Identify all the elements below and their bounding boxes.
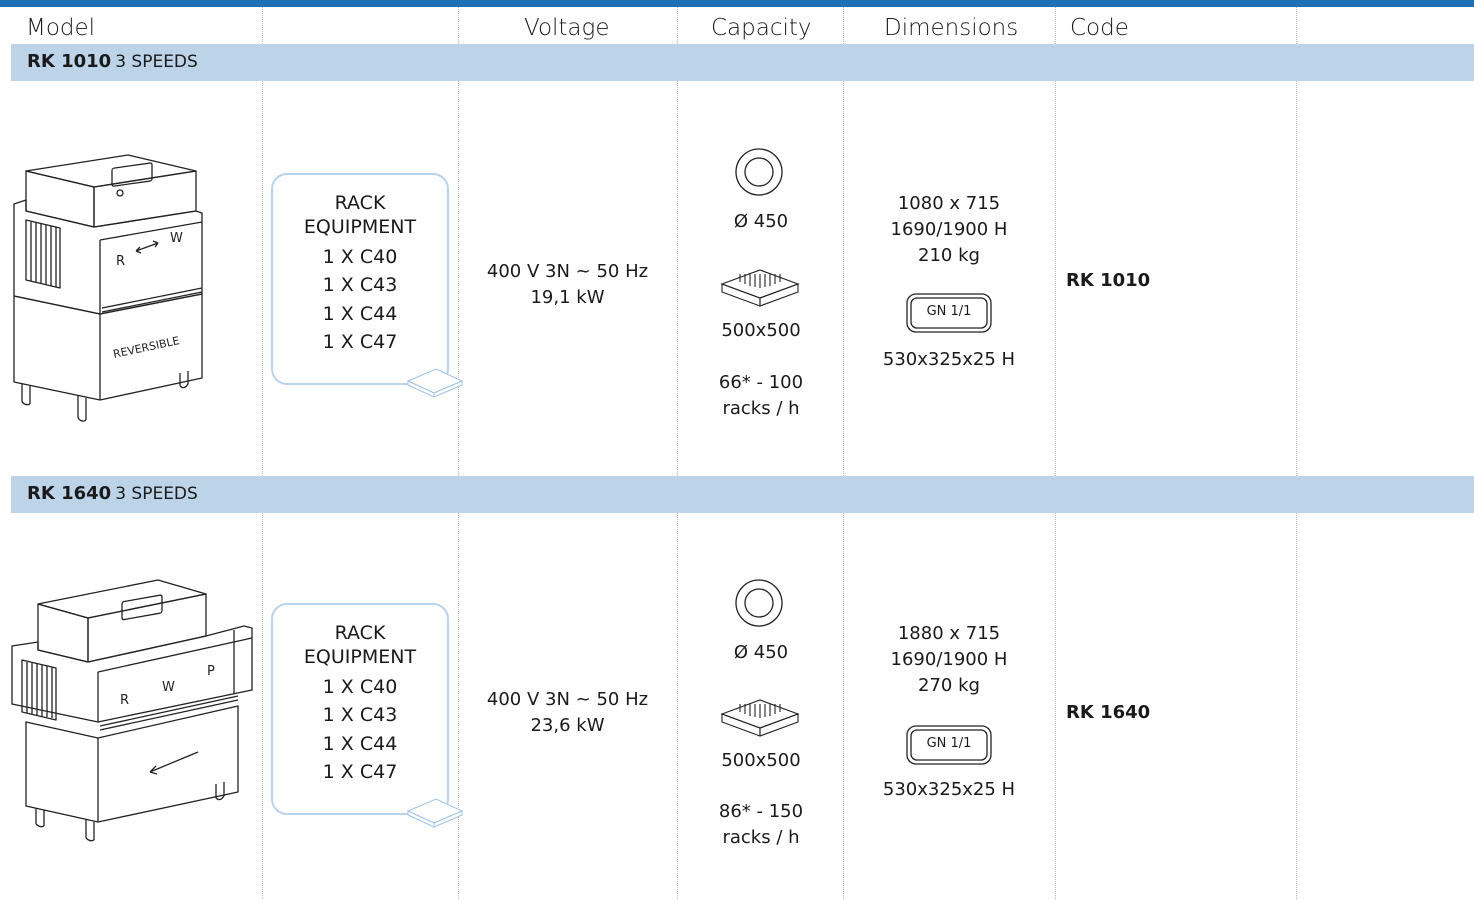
rack-item: 1 X C40 — [322, 246, 398, 268]
machine-label-r: R — [120, 693, 129, 708]
header-model: Model — [26, 15, 96, 41]
rack-item: 1 X C47 — [322, 761, 398, 783]
column-divider — [262, 7, 263, 900]
gn-container-badge: GN 1/1 — [906, 725, 992, 765]
header-capacity: Capacity — [711, 15, 812, 41]
column-divider — [677, 7, 678, 900]
plate-icon — [735, 579, 783, 627]
height: 1690/1900 H — [890, 649, 1008, 670]
rack-title: RACK — [334, 622, 386, 644]
header-dimensions: Dimensions — [884, 15, 1019, 41]
power-value: 19,1 kW — [530, 287, 605, 308]
rack-item: 1 X C44 — [322, 303, 398, 325]
weight: 270 kg — [918, 675, 980, 696]
rack-title: RACK — [334, 192, 386, 214]
column-divider — [843, 7, 844, 900]
gn-container-badge: GN 1/1 — [906, 293, 992, 333]
racks-per-hour: 86* - 150 racks / h — [679, 799, 843, 851]
product-code: RK 1640 — [1066, 702, 1151, 723]
model-name: RK 1010 — [27, 51, 112, 72]
voltage-value: 400 V 3N ~ 50 Hz — [486, 689, 649, 710]
height: 1690/1900 H — [890, 219, 1008, 240]
column-divider — [1055, 7, 1056, 900]
racks-unit: racks / h — [722, 398, 800, 419]
rack-equipment-box: RACK EQUIPMENT 1 X C40 1 X C43 1 X C44 1… — [271, 173, 449, 385]
voltage-cell: 400 V 3N ~ 50 Hz 19,1 kW — [460, 259, 675, 311]
basket-icon — [720, 269, 800, 307]
section-title: RK 1640 3 SPEEDS — [27, 483, 198, 504]
footprint: 1080 x 715 — [897, 193, 1001, 214]
rack-item: 1 X C40 — [322, 676, 398, 698]
header-voltage: Voltage — [524, 15, 610, 41]
gn-size: 530x325x25 H — [882, 779, 1016, 800]
basket-size: 500x500 — [721, 320, 801, 341]
weight: 210 kg — [918, 245, 980, 266]
speeds-label: 3 SPEEDS — [115, 52, 198, 72]
rack-item: 1 X C44 — [322, 733, 398, 755]
speeds-label: 3 SPEEDS — [115, 484, 198, 504]
rack-tray-icon — [406, 798, 464, 828]
section-band-rk1010: RK 1010 3 SPEEDS — [11, 44, 1474, 81]
rack-item: 1 X C43 — [322, 274, 398, 296]
footprint: 1880 x 715 — [897, 623, 1001, 644]
section-band-rk1640: RK 1640 3 SPEEDS — [11, 476, 1474, 513]
machine-label-r: R — [116, 254, 125, 269]
rack-title: EQUIPMENT — [303, 216, 417, 238]
power-value: 23,6 kW — [530, 715, 605, 736]
racks-range: 66* - 100 — [718, 372, 804, 393]
column-divider — [458, 7, 459, 900]
dishwasher-rk1010-illustration: R W REVERSIBLE — [13, 154, 203, 422]
dimensions-cell: 1080 x 715 1690/1900 H 210 kg — [845, 191, 1053, 269]
plate-diameter: Ø 450 — [733, 642, 789, 663]
racks-unit: racks / h — [722, 827, 800, 848]
dishwasher-rk1640-illustration: R W P — [11, 579, 253, 842]
gn-label: GN 1/1 — [926, 736, 972, 751]
machine-label-w: W — [162, 680, 175, 695]
rack-title: EQUIPMENT — [303, 646, 417, 668]
machine-label-side: REVERSIBLE — [112, 334, 181, 361]
rack-item: 1 X C43 — [322, 704, 398, 726]
plate-icon — [735, 148, 783, 196]
gn-size: 530x325x25 H — [882, 349, 1016, 370]
racks-range: 86* - 150 — [718, 801, 804, 822]
voltage-cell: 400 V 3N ~ 50 Hz 23,6 kW — [460, 687, 675, 739]
machine-label-p: P — [207, 664, 215, 679]
section-title: RK 1010 3 SPEEDS — [27, 51, 198, 72]
basket-icon — [720, 699, 800, 737]
gn-label: GN 1/1 — [926, 304, 972, 319]
dimensions-cell: 1880 x 715 1690/1900 H 270 kg — [845, 621, 1053, 699]
rack-equipment-box: RACK EQUIPMENT 1 X C40 1 X C43 1 X C44 1… — [271, 603, 449, 815]
racks-per-hour: 66* - 100 racks / h — [679, 370, 843, 422]
plate-diameter: Ø 450 — [733, 211, 789, 232]
rack-item: 1 X C47 — [322, 331, 398, 353]
voltage-value: 400 V 3N ~ 50 Hz — [486, 261, 649, 282]
model-name: RK 1640 — [27, 483, 112, 504]
product-code: RK 1010 — [1066, 270, 1151, 291]
top-accent-bar — [0, 0, 1474, 7]
machine-label-w: W — [170, 231, 183, 246]
basket-size: 500x500 — [721, 750, 801, 771]
rack-tray-icon — [406, 368, 464, 398]
column-divider — [1296, 7, 1297, 900]
header-code: Code — [1070, 15, 1129, 41]
